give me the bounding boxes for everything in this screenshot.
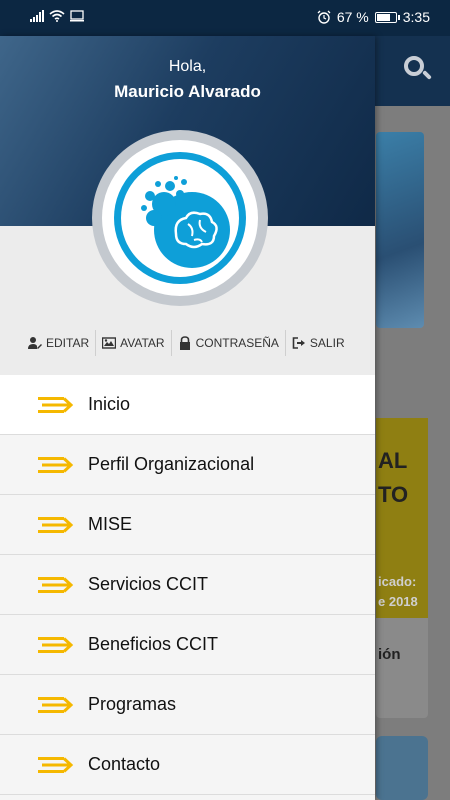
menu-item-perfil-organizacional[interactable]: Perfil Organizacional <box>0 435 375 495</box>
menu-item-label: Beneficios CCIT <box>88 634 219 654</box>
menu-item-mise[interactable]: MISE <box>0 495 375 555</box>
signal-icon <box>30 10 44 22</box>
alarm-icon <box>317 10 331 24</box>
menu-item-label: Contacto <box>88 754 161 774</box>
arrow-lines-icon <box>38 697 74 713</box>
menu-item-contacto[interactable]: Contacto <box>0 735 375 795</box>
lock-icon <box>179 336 190 350</box>
menu-item-label: Inicio <box>88 394 131 414</box>
arrow-lines-icon <box>38 577 74 593</box>
arrow-lines-icon <box>38 397 74 413</box>
background-card-image[interactable] <box>376 736 428 800</box>
user-name: Mauricio Alvarado <box>114 82 261 101</box>
edit-button[interactable]: EDITAR <box>22 330 97 356</box>
arrow-lines-icon <box>38 457 74 473</box>
avatar-label: AVATAR <box>120 336 165 350</box>
background-card-image[interactable] <box>376 132 424 328</box>
image-icon <box>102 337 117 349</box>
background-card-text: ión <box>378 646 401 663</box>
arrow-lines-icon <box>38 517 74 533</box>
menu-item-inicio[interactable]: Inicio <box>0 375 375 435</box>
navigation-drawer: Hola, Mauricio Alvarado EDITAR AVATAR CO… <box>0 36 375 800</box>
brain-logo-icon <box>141 176 230 268</box>
avatar[interactable] <box>92 130 268 306</box>
menu-item-servicios-ccit[interactable]: Servicios CCIT <box>0 555 375 615</box>
menu-item-beneficios-ccit[interactable]: Beneficios CCIT <box>0 615 375 675</box>
menu-item-label: Perfil Organizacional <box>88 454 255 474</box>
background-card-text: TO <box>378 482 409 507</box>
menu-item-programas[interactable]: Programas <box>0 675 375 735</box>
menu-item-label: Servicios CCIT <box>88 574 209 594</box>
background-card[interactable]: AL TO icado: e 2018 ión <box>376 418 428 718</box>
profile-actions: EDITAR AVATAR CONTRASEÑA SALIR <box>22 330 362 356</box>
background-card-text: e 2018 <box>378 594 418 609</box>
logout-label: SALIR <box>309 336 345 350</box>
clock-time: 3:35 <box>402 9 430 25</box>
status-bar: 67 % 3:35 <box>0 0 450 36</box>
background-card-text: AL <box>378 448 408 473</box>
avatar-button[interactable]: AVATAR <box>96 330 172 356</box>
change-password-button[interactable]: CONTRASEÑA <box>172 330 286 356</box>
background-card-text: icado: <box>378 574 417 589</box>
menu-item-label: MISE <box>88 514 133 534</box>
search-icon[interactable] <box>404 56 432 84</box>
menu-item-label: Programas <box>88 694 177 714</box>
drawer-menu: Inicio Perfil Organizacional MISE Servic… <box>0 375 375 795</box>
logout-button[interactable]: SALIR <box>286 330 351 356</box>
wifi-icon <box>49 10 65 22</box>
arrow-lines-icon <box>38 757 74 773</box>
password-label: CONTRASEÑA <box>195 336 279 350</box>
greeting-text: Hola, <box>168 58 207 75</box>
battery-percent: 67 % <box>336 9 369 25</box>
screen-cast-icon <box>70 10 84 22</box>
battery-icon <box>374 11 400 23</box>
arrow-lines-icon <box>38 637 74 653</box>
sign-out-icon <box>292 337 305 349</box>
edit-label: EDITAR <box>46 336 90 350</box>
user-edit-icon <box>28 337 42 349</box>
